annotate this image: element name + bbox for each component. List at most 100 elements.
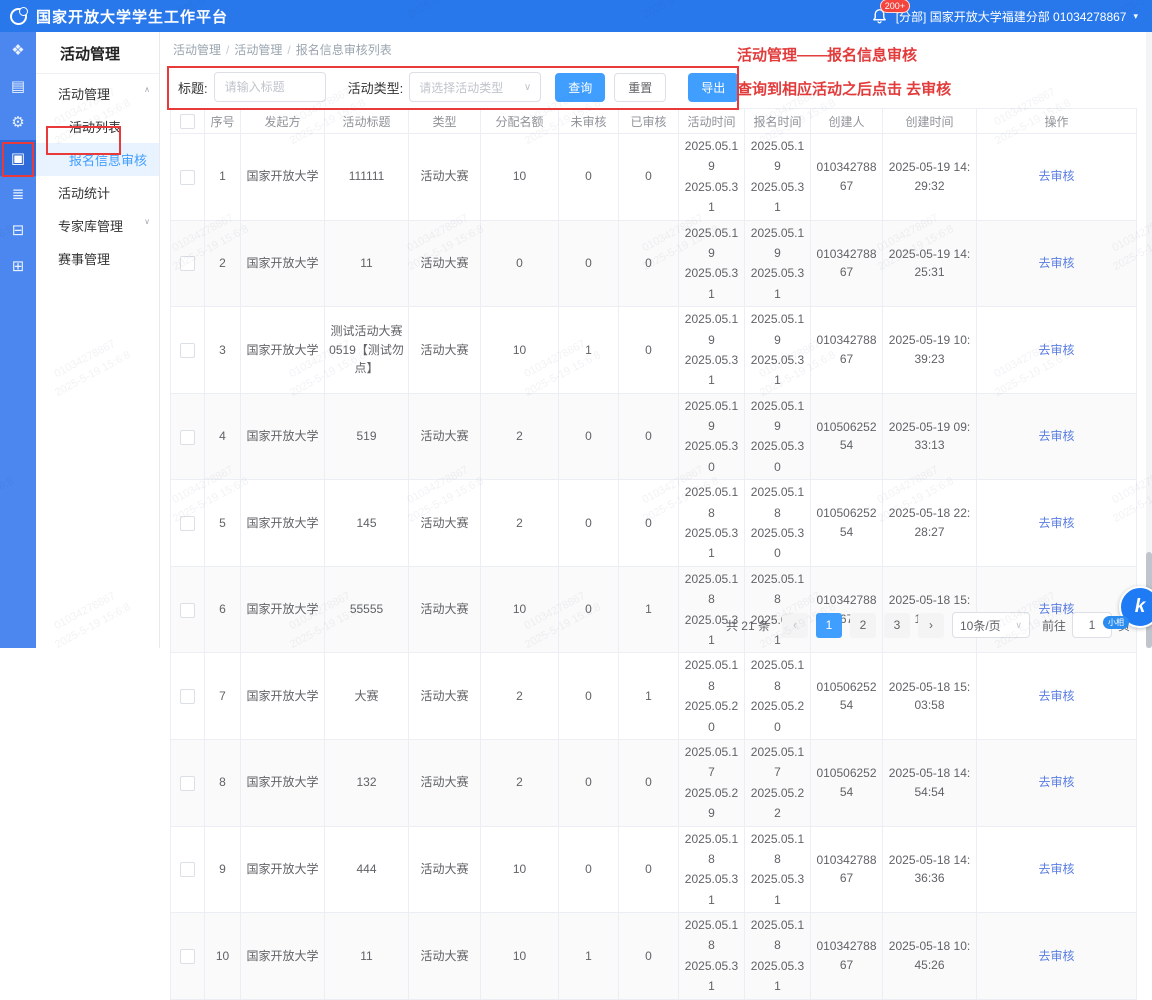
account-dropdown-caret-icon[interactable]: ▾ — [1133, 11, 1138, 22]
cell-unreviewed: 0 — [559, 566, 619, 653]
time-value: 2025.05.31 — [749, 956, 806, 997]
cell-action: 去审核 — [977, 134, 1137, 221]
review-link[interactable]: 去审核 — [1038, 256, 1074, 270]
notebook-icon[interactable]: ▤ — [0, 68, 36, 104]
review-link[interactable]: 去审核 — [1038, 169, 1074, 183]
cell-select — [171, 566, 205, 653]
cell-type: 活动大赛 — [409, 393, 481, 480]
chevron-down-icon: ∨ — [524, 82, 531, 93]
cell-activity_time: 2025.05.182025.05.31 — [679, 566, 745, 653]
row-checkbox[interactable] — [180, 516, 195, 531]
annotation-action-note: 查询到相应活动之后点击 去审核 — [737, 78, 951, 99]
cell-type: 活动大赛 — [409, 220, 481, 307]
platform-title: 国家开放大学学生工作平台 — [36, 6, 228, 27]
pagination-prev-button[interactable]: ‹ — [782, 613, 808, 638]
sidebar-item[interactable]: 活动管理∧ — [36, 77, 159, 110]
cell-activity_time: 2025.05.172025.05.29 — [679, 739, 745, 826]
row-checkbox[interactable] — [180, 170, 195, 185]
review-link[interactable]: 去审核 — [1038, 516, 1074, 530]
reset-button[interactable]: 重置 — [614, 73, 666, 102]
time-value: 2025.05.31 — [683, 956, 740, 997]
cell-unreviewed: 0 — [559, 220, 619, 307]
chevron-up-icon: ∧ — [144, 85, 150, 94]
pagination-page-button[interactable]: 3 — [884, 613, 910, 638]
cell-title: 444 — [325, 826, 409, 913]
export-button[interactable]: 导出 — [688, 73, 738, 102]
sidebar-item[interactable]: 活动统计 — [36, 176, 159, 209]
time-value: 2025.05.19 — [749, 396, 806, 437]
review-link[interactable]: 去审核 — [1038, 689, 1074, 703]
sidebar-menu: 活动管理∧ 活动列表报名信息审核活动统计专家库管理∨赛事管理 — [36, 74, 159, 275]
sidebar-item[interactable]: 报名信息审核 — [36, 143, 159, 176]
time-value: 2025.05.18 — [749, 569, 806, 610]
settings-icon[interactable]: ⚙ — [0, 104, 36, 140]
cell-initiator: 国家开放大学 — [241, 826, 325, 913]
notifications-button[interactable]: 200+ — [871, 7, 889, 25]
row-checkbox[interactable] — [180, 776, 195, 791]
pagination-page-button[interactable]: 2 — [850, 613, 876, 638]
select-all-checkbox[interactable] — [180, 114, 195, 129]
breadcrumb-separator: / — [226, 43, 229, 57]
cell-select — [171, 913, 205, 1000]
row-checkbox[interactable] — [180, 689, 195, 704]
cell-created: 2025-05-19 09:33:13 — [883, 393, 977, 480]
search-button[interactable]: 查询 — [555, 73, 605, 102]
sidebar-item-label: 专家库管理 — [58, 219, 123, 234]
breadcrumb-item[interactable]: 活动管理 — [234, 43, 282, 57]
pagination-total: 共 21 条 — [726, 617, 770, 634]
pagination-page-button[interactable]: 1 — [816, 613, 842, 638]
breadcrumb-item[interactable]: 报名信息审核列表 — [296, 43, 392, 57]
vertical-scrollbar[interactable] — [1146, 32, 1152, 648]
cell-reviewed: 1 — [619, 653, 679, 740]
sidebar-item-label: 活动列表 — [69, 120, 121, 135]
review-link[interactable]: 去审核 — [1038, 775, 1074, 789]
annotation-title-note: 活动管理——报名信息审核 — [737, 44, 917, 65]
type-filter-label: 活动类型: — [348, 78, 404, 97]
review-link[interactable]: 去审核 — [1038, 343, 1074, 357]
column-header-activity_time: 活动时间 — [679, 109, 745, 134]
page-size-select[interactable]: 10条/页∨ — [952, 612, 1030, 638]
sidebar-item[interactable]: 专家库管理∨ — [36, 209, 159, 242]
sidebar-item[interactable]: 赛事管理 — [36, 242, 159, 275]
review-link[interactable]: 去审核 — [1038, 949, 1074, 963]
cell-title: 测试活动大赛0519【测试勿点】 — [325, 307, 409, 394]
sidebar-item[interactable]: 活动列表 — [36, 110, 159, 143]
breadcrumb: 活动管理/活动管理/报名信息审核列表 — [173, 41, 392, 58]
cell-activity_time: 2025.05.192025.05.31 — [679, 134, 745, 221]
row-checkbox[interactable] — [180, 343, 195, 358]
cell-quota: 2 — [481, 653, 559, 740]
cell-action: 去审核 — [977, 826, 1137, 913]
cell-action: 去审核 — [977, 393, 1137, 480]
filter-bar: 标题: 活动类型: 请选择活动类型 ∨ 查询 重置 导出 — [178, 72, 738, 102]
org-structure-icon[interactable]: ❖ — [0, 32, 36, 68]
review-link[interactable]: 去审核 — [1038, 862, 1074, 876]
cell-unreviewed: 1 — [559, 307, 619, 394]
review-link[interactable]: 去审核 — [1038, 429, 1074, 443]
pagination: 共 21 条‹123›10条/页∨前往页 — [726, 612, 1130, 638]
row-checkbox[interactable] — [180, 949, 195, 964]
time-value: 2025.05.19 — [749, 136, 806, 177]
notification-count-badge: 200+ — [880, 0, 910, 13]
icon-rail: ❖▤⚙▣≣⊟⊞ — [0, 32, 36, 648]
cell-quota: 2 — [481, 393, 559, 480]
breadcrumb-item[interactable]: 活动管理 — [173, 43, 221, 57]
account-label[interactable]: [分部] 国家开放大学福建分部 01034278867 — [896, 8, 1127, 25]
table-row: 4国家开放大学519活动大赛2002025.05.192025.05.30202… — [171, 393, 1137, 480]
cell-activity_time: 2025.05.192025.05.31 — [679, 220, 745, 307]
row-checkbox[interactable] — [180, 862, 195, 877]
archive-icon[interactable]: ⊟ — [0, 212, 36, 248]
title-filter-input[interactable] — [214, 72, 326, 102]
pagination-next-button[interactable]: › — [918, 613, 944, 638]
row-checkbox[interactable] — [180, 256, 195, 271]
title-filter-label: 标题: — [178, 78, 208, 97]
row-checkbox[interactable] — [180, 430, 195, 445]
cell-type: 活动大赛 — [409, 826, 481, 913]
floating-assistant-button[interactable]: k 小相 — [1119, 586, 1152, 628]
layers-icon[interactable]: ≣ — [0, 176, 36, 212]
cell-quota: 0 — [481, 220, 559, 307]
row-checkbox[interactable] — [180, 603, 195, 618]
apps-icon[interactable]: ⊞ — [0, 248, 36, 284]
activity-audit-icon[interactable]: ▣ — [0, 140, 36, 176]
type-filter-select[interactable]: 请选择活动类型 ∨ — [409, 72, 541, 102]
cell-reviewed: 0 — [619, 393, 679, 480]
